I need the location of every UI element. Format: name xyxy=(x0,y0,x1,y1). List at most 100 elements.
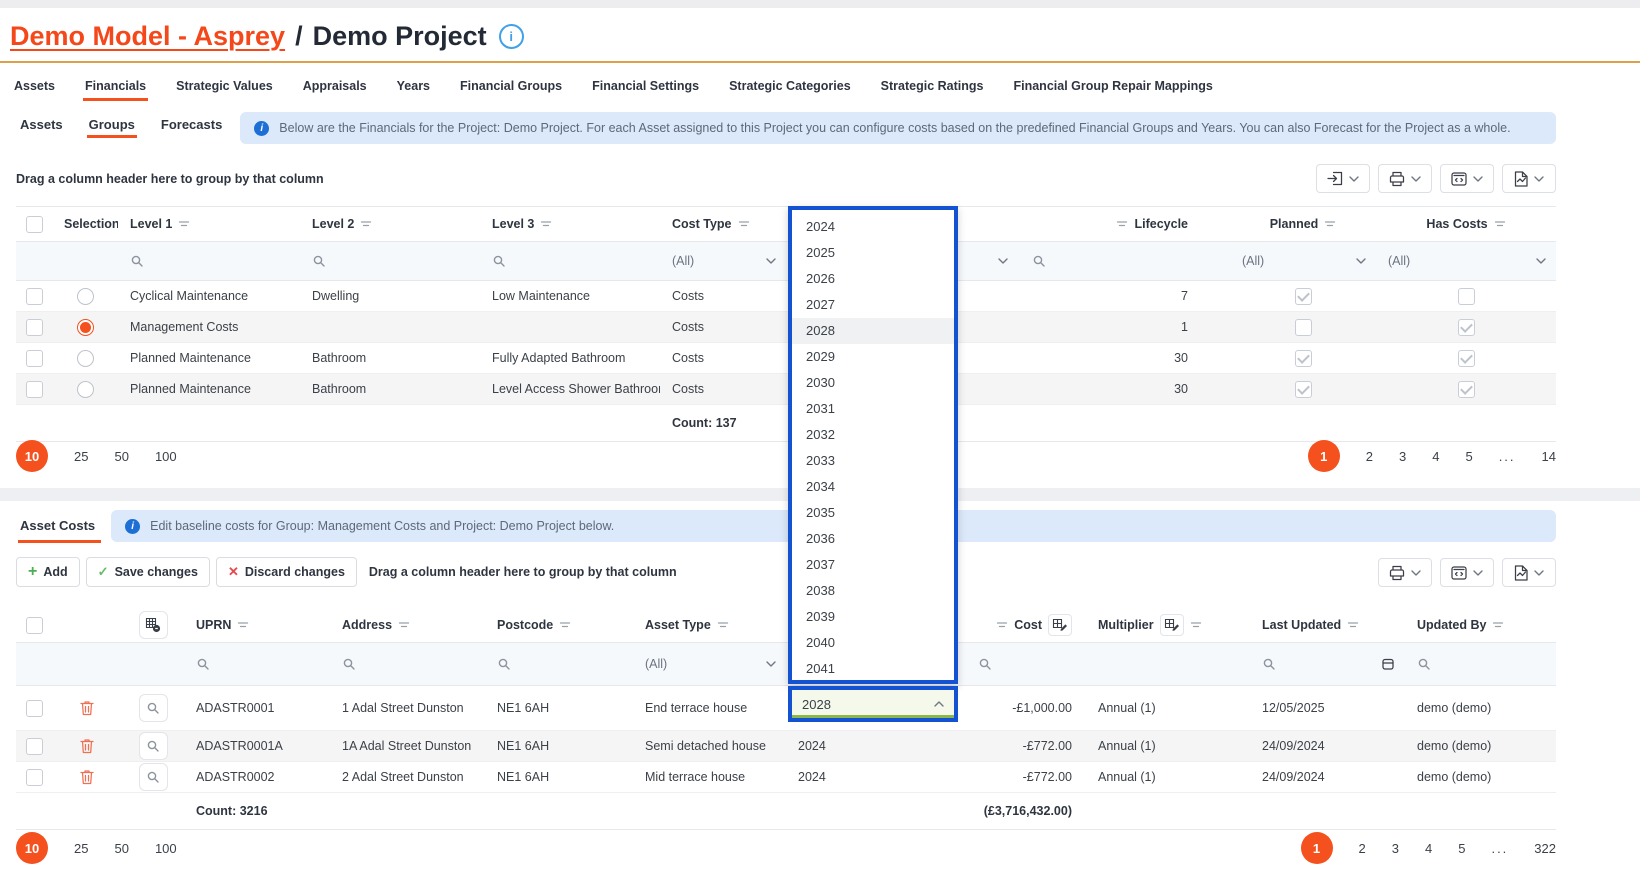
batch-edit-button[interactable] xyxy=(1048,614,1072,636)
year-option[interactable]: 2037 xyxy=(792,552,954,578)
year-option[interactable]: 2034 xyxy=(792,474,954,500)
multiplier-cell[interactable]: Annual (1) xyxy=(1086,739,1250,753)
year-editor-value[interactable]: 2028 xyxy=(802,697,831,712)
column-header-last-updated[interactable]: Last Updated xyxy=(1250,618,1405,632)
year-option[interactable]: 2039 xyxy=(792,604,954,630)
batch-edit-button[interactable] xyxy=(1160,614,1184,636)
image-export-button[interactable] xyxy=(1502,164,1556,193)
column-header-updated-by[interactable]: Updated By xyxy=(1405,618,1556,632)
last-updated-filter-input[interactable] xyxy=(1250,657,1405,671)
year-option[interactable]: 2040 xyxy=(792,630,954,656)
row-checkbox[interactable] xyxy=(16,319,52,336)
year-option[interactable]: 2026 xyxy=(792,266,954,292)
multiplier-cell[interactable]: Annual (1) xyxy=(1086,770,1250,784)
subtab-forecasts[interactable]: Forecasts xyxy=(161,117,222,140)
planned-filter-select[interactable]: (All) xyxy=(1230,254,1376,268)
page-size-100[interactable]: 100 xyxy=(155,841,177,856)
page-2[interactable]: 2 xyxy=(1359,841,1366,856)
year-option[interactable]: 2027 xyxy=(792,292,954,318)
column-header-has-costs[interactable]: Has Costs xyxy=(1376,217,1556,231)
page-5[interactable]: 5 xyxy=(1465,449,1472,464)
column-header-level1[interactable]: Level 1 xyxy=(118,217,300,231)
column-header-uprn[interactable]: UPRN xyxy=(184,618,330,632)
asset-type-filter-select[interactable]: (All) xyxy=(633,657,786,671)
revert-columns-button[interactable] xyxy=(122,611,184,639)
column-header-address[interactable]: Address xyxy=(330,618,485,632)
year-option[interactable]: 2038 xyxy=(792,578,954,604)
tab-financials[interactable]: Financials xyxy=(85,79,146,99)
column-header-asset-type[interactable]: Asset Type xyxy=(633,618,786,632)
cost-cell[interactable]: -£1,000.00 xyxy=(966,701,1086,715)
subtab-groups[interactable]: Groups xyxy=(89,117,135,140)
cost-type-filter-select[interactable]: (All) xyxy=(660,254,786,268)
level2-filter-input[interactable] xyxy=(300,254,480,268)
row-checkbox[interactable] xyxy=(16,700,52,717)
model-link[interactable]: Demo Model - Asprey xyxy=(10,21,285,52)
row-radio[interactable] xyxy=(52,319,118,336)
page-last[interactable]: 14 xyxy=(1542,449,1556,464)
column-header-postcode[interactable]: Postcode xyxy=(485,618,633,632)
level1-filter-input[interactable] xyxy=(118,254,300,268)
export-button[interactable] xyxy=(1316,164,1370,193)
table-row[interactable]: ADASTR0001A 1A Adal Street Dunston NE1 6… xyxy=(16,731,1556,762)
lifecycle-filter-input[interactable] xyxy=(1020,254,1230,268)
cost-cell[interactable]: -£772.00 xyxy=(966,739,1086,753)
row-checkbox[interactable] xyxy=(16,381,52,398)
tab-financial-group-repair-mappings[interactable]: Financial Group Repair Mappings xyxy=(1013,79,1212,99)
table-row[interactable]: ADASTR0002 2 Adal Street Dunston NE1 6AH… xyxy=(16,762,1556,793)
row-radio[interactable] xyxy=(52,350,118,367)
row-checkbox[interactable] xyxy=(16,738,52,755)
tab-appraisals[interactable]: Appraisals xyxy=(303,79,367,99)
add-button[interactable]: +Add xyxy=(16,557,80,587)
table-row[interactable]: Cyclical Maintenance Dwelling Low Mainte… xyxy=(16,281,1556,312)
page-size-25[interactable]: 25 xyxy=(74,449,88,464)
page-4[interactable]: 4 xyxy=(1432,449,1439,464)
image-export-button[interactable] xyxy=(1502,558,1556,587)
print-button[interactable] xyxy=(1378,164,1432,193)
tab-strategic-ratings[interactable]: Strategic Ratings xyxy=(881,79,984,99)
row-checkbox[interactable] xyxy=(16,288,52,305)
column-header-cost-type[interactable]: Cost Type xyxy=(660,217,786,231)
postcode-filter-input[interactable] xyxy=(485,657,633,671)
table-row[interactable]: Planned Maintenance Bathroom Level Acces… xyxy=(16,374,1556,405)
column-header-level3[interactable]: Level 3 xyxy=(480,217,660,231)
chevron-up-icon[interactable] xyxy=(934,701,944,707)
year-option[interactable]: 2031 xyxy=(792,396,954,422)
table-row[interactable]: Planned Maintenance Bathroom Fully Adapt… xyxy=(16,343,1556,374)
page-size-25[interactable]: 25 xyxy=(74,841,88,856)
tab-assets[interactable]: Assets xyxy=(14,79,55,99)
delete-row-button[interactable] xyxy=(52,769,122,785)
column-header-level2[interactable]: Level 2 xyxy=(300,217,480,231)
discard-changes-button[interactable]: ✕Discard changes xyxy=(216,557,357,587)
page-size-10[interactable]: 10 xyxy=(16,832,48,864)
delete-row-button[interactable] xyxy=(52,700,122,716)
select-all-checkbox[interactable] xyxy=(16,617,52,634)
year-option[interactable]: 2025 xyxy=(792,240,954,266)
year-option[interactable]: 2041 xyxy=(792,656,954,682)
page-2[interactable]: 2 xyxy=(1366,449,1373,464)
delete-row-button[interactable] xyxy=(52,738,122,754)
year-option[interactable]: 2028 xyxy=(792,318,954,344)
page-1[interactable]: 1 xyxy=(1308,440,1340,472)
row-radio[interactable] xyxy=(52,381,118,398)
column-header-multiplier[interactable]: Multiplier xyxy=(1086,614,1250,636)
tab-strategic-categories[interactable]: Strategic Categories xyxy=(729,79,851,99)
save-changes-button[interactable]: ✓Save changes xyxy=(86,557,210,587)
year-option[interactable]: 2035 xyxy=(792,500,954,526)
row-checkbox[interactable] xyxy=(16,350,52,367)
year-option[interactable]: 2033 xyxy=(792,448,954,474)
project-info-icon[interactable]: i xyxy=(499,24,524,49)
year-option[interactable]: 2024 xyxy=(792,214,954,240)
year-cell[interactable]: 2024 xyxy=(786,770,966,784)
cost-cell[interactable]: -£772.00 xyxy=(966,770,1086,784)
subtab-assets[interactable]: Assets xyxy=(20,117,63,140)
select-all-checkbox[interactable] xyxy=(16,216,52,233)
page-1[interactable]: 1 xyxy=(1301,832,1333,864)
code-export-button[interactable] xyxy=(1440,164,1494,193)
tab-financial-settings[interactable]: Financial Settings xyxy=(592,79,699,99)
tab-financial-groups[interactable]: Financial Groups xyxy=(460,79,562,99)
page-size-50[interactable]: 50 xyxy=(114,841,128,856)
column-header-lifecycle[interactable]: Lifecycle xyxy=(1020,217,1230,231)
has-costs-filter-select[interactable]: (All) xyxy=(1376,254,1556,268)
code-export-button[interactable] xyxy=(1440,558,1494,587)
